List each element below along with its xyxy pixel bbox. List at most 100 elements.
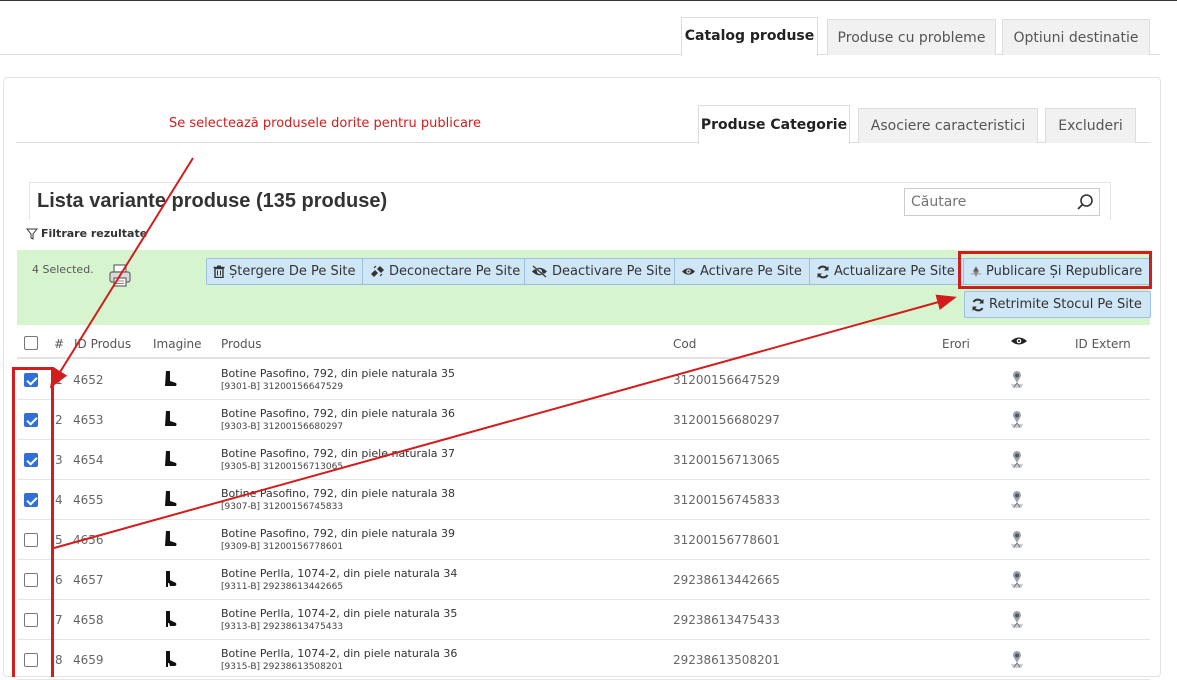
row-number: 1 (55, 373, 63, 387)
product-thumbnail[interactable] (161, 610, 179, 628)
product-cod: 31200156778601 (673, 533, 780, 547)
print-icon[interactable] (107, 262, 133, 288)
col-number: # (54, 337, 65, 351)
search-box[interactable] (904, 188, 1100, 216)
list-title: Lista variante produse (135 produse) (37, 190, 388, 212)
table-row[interactable]: 7 4658 Botine Perlla, 1074-2, din piele na… (17, 600, 1150, 640)
search-input[interactable] (911, 192, 1071, 212)
product-cod: 31200156647529 (673, 373, 780, 387)
tab-produse-categorie[interactable]: Produse Categorie (698, 105, 850, 144)
product-sku: [9315-B] 29238613508201 (221, 662, 344, 672)
product-name[interactable]: Botine Perlla, 1074-2, din piele natural… (221, 567, 457, 580)
product-name[interactable]: Botine Pasofino, 792, din piele naturala… (221, 527, 455, 540)
filter-toggle[interactable]: Filtrare rezultate (26, 227, 147, 240)
publish-status-icon (1008, 490, 1026, 510)
unlink-icon (371, 265, 384, 277)
tab-asociere-caracteristici[interactable]: Asociere caracteristici (858, 108, 1038, 143)
table-row[interactable]: 1 4652 Botine Pasofino, 792, din piele nat… (17, 360, 1150, 400)
row-number: 8 (55, 653, 63, 667)
product-thumbnail[interactable] (161, 650, 179, 668)
product-cod: 29238613475433 (673, 613, 780, 627)
product-name[interactable]: Botine Perlla, 1074-2, din piele natural… (221, 647, 457, 660)
table-row[interactable]: 8 4659 Botine Perlla, 1074-2, din piele na… (17, 640, 1150, 680)
deconectare-pe-site-button[interactable]: Deconectare Pe Site (362, 258, 530, 285)
search-icon[interactable] (1076, 193, 1094, 211)
row-id-produs: 4653 (73, 413, 104, 427)
row-id-produs: 4659 (73, 653, 104, 667)
table-row[interactable]: 4 4655 Botine Pasofino, 792, din piele nat… (17, 480, 1150, 520)
retrimite-stocul-pe-site-button[interactable]: Retrimite Stocul Pe Site (964, 291, 1151, 318)
product-sku: [9311-B] 29238613442665 (221, 582, 344, 592)
product-name[interactable]: Botine Pasofino, 792, din piele naturala… (221, 407, 455, 420)
col-id-extern: ID Extern (1075, 337, 1131, 351)
col-imagine: Imagine (153, 337, 202, 351)
refresh-icon (817, 265, 829, 278)
product-name[interactable]: Botine Pasofino, 792, din piele naturala… (221, 487, 455, 500)
product-cod: 31200156745833 (673, 493, 780, 507)
product-name[interactable]: Botine Pasofino, 792, din piele naturala… (221, 367, 455, 380)
publish-status-icon (1008, 370, 1026, 390)
product-name[interactable]: Botine Perlla, 1074-2, din piele natural… (221, 607, 457, 620)
tab-optiuni-destinatie[interactable]: Optiuni destinatie (1002, 19, 1150, 55)
button-label: Actualizare Pe Site (834, 264, 955, 279)
trash-icon (213, 265, 225, 278)
product-thumbnail[interactable] (161, 450, 179, 468)
button-label: Ștergere De Pe Site (229, 264, 356, 279)
eye-slash-icon (532, 265, 547, 278)
button-label: Deactivare Pe Site (552, 264, 672, 279)
row-id-produs: 4656 (73, 533, 104, 547)
select-all-checkbox[interactable] (24, 336, 38, 350)
eye-icon (682, 268, 695, 275)
row-number: 5 (55, 533, 63, 547)
table-row[interactable]: 3 4654 Botine Pasofino, 792, din piele nat… (17, 440, 1150, 480)
col-erori: Erori (942, 337, 970, 351)
table-row[interactable]: 5 4656 Botine Pasofino, 792, din piele nat… (17, 520, 1150, 560)
product-sku: [9313-B] 29238613475433 (221, 622, 344, 632)
product-thumbnail[interactable] (161, 410, 179, 428)
product-cod: 29238613508201 (673, 653, 780, 667)
tab-catalog-produse[interactable]: Catalog produse (681, 17, 818, 56)
row-id-produs: 4657 (73, 573, 104, 587)
tab-produse-cu-probleme[interactable]: Produse cu probleme (827, 19, 996, 55)
publish-status-icon (1008, 410, 1026, 430)
list-header: Lista variante produse (135 produse) (29, 182, 1111, 220)
sub-tab-bar: Produse Categorie Asociere caracteristic… (16, 105, 1150, 144)
button-label: Activare Pe Site (700, 264, 802, 279)
product-thumbnail[interactable] (161, 370, 179, 388)
row-number: 3 (55, 453, 63, 467)
product-cod: 31200156680297 (673, 413, 780, 427)
eye-icon (1011, 337, 1027, 345)
top-tab-bar: Catalog produse Produse cu probleme Opti… (0, 16, 1160, 56)
refresh-icon (972, 298, 984, 311)
product-thumbnail[interactable] (161, 570, 179, 588)
filter-icon (26, 228, 38, 240)
product-sku: [9309-B] 31200156778601 (221, 542, 344, 552)
product-thumbnail[interactable] (161, 490, 179, 508)
publish-status-icon (1008, 570, 1026, 590)
row-id-produs: 4654 (73, 453, 104, 467)
product-cod: 31200156713065 (673, 453, 780, 467)
selected-count: 4 Selected. (32, 263, 94, 276)
actualizare-pe-site-button[interactable]: Actualizare Pe Site (809, 258, 964, 285)
product-thumbnail[interactable] (161, 530, 179, 548)
table-header: # ID Produs Imagine Produs Cod Erori ID … (17, 330, 1150, 359)
col-id-produs[interactable]: ID Produs (74, 337, 131, 351)
highlight-checkbox-column (12, 367, 54, 677)
button-label: Deconectare Pe Site (389, 264, 521, 279)
filter-label: Filtrare rezultate (41, 227, 148, 240)
tab-excluderi[interactable]: Excluderi (1045, 108, 1136, 143)
table-row[interactable]: 2 4653 Botine Pasofino, 792, din piele nat… (17, 400, 1150, 440)
stergere-de-pe-site-button[interactable]: Ștergere De Pe Site (206, 258, 365, 285)
col-produs[interactable]: Produs (221, 337, 262, 351)
row-id-produs: 4655 (73, 493, 104, 507)
deactivare-pe-site-button[interactable]: Deactivare Pe Site (524, 258, 681, 285)
publish-status-icon (1008, 530, 1026, 550)
row-number: 7 (55, 613, 63, 627)
activare-pe-site-button[interactable]: Activare Pe Site (674, 258, 811, 285)
row-id-produs: 4658 (73, 613, 104, 627)
product-name[interactable]: Botine Pasofino, 792, din piele naturala… (221, 447, 455, 460)
table-row[interactable]: 6 4657 Botine Perlla, 1074-2, din piele na… (17, 560, 1150, 600)
button-label: Retrimite Stocul Pe Site (989, 297, 1142, 312)
col-cod[interactable]: Cod (673, 337, 696, 351)
product-sku: [9307-B] 31200156745833 (221, 502, 344, 512)
